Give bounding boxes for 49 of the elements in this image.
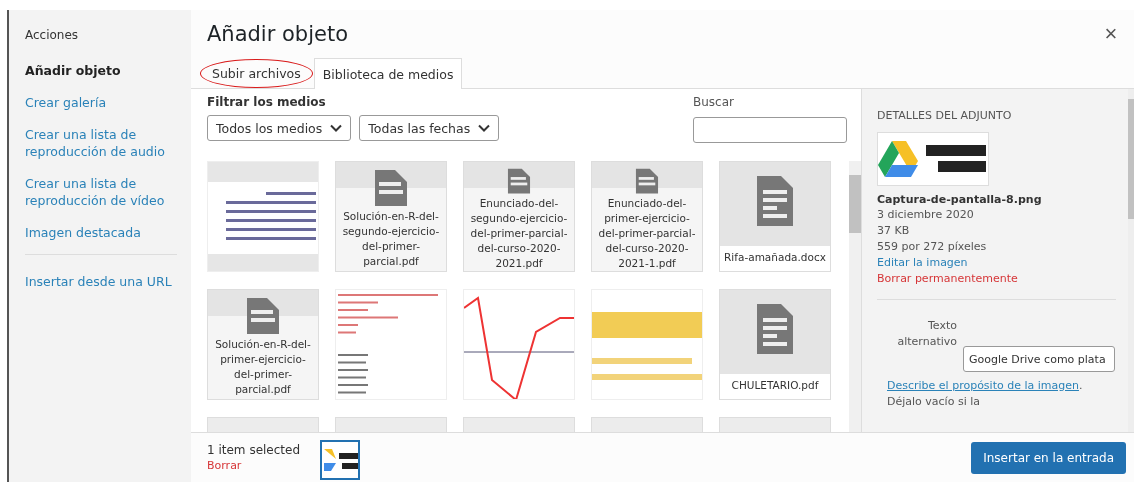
insert-button[interactable]: Insertar en la entrada — [971, 441, 1126, 474]
sidebar-item[interactable]: Imagen destacada — [25, 224, 191, 241]
chevron-down-icon — [330, 124, 343, 132]
file-name: Rifa-amañada.docx — [720, 246, 830, 271]
file-name: CHULETARIO.pdf — [720, 374, 830, 399]
alt-text-label: Texto alternativo — [896, 318, 957, 350]
filter-heading: Filtrar los medios — [207, 95, 327, 109]
file-name: Solución-en-R-del-primer-ejercicio-del-primer-parcial.pdf — [214, 337, 312, 397]
document-icon — [755, 302, 795, 356]
alt-text-help: Describe el propósito de la imagen. Déjalo vacío si la — [887, 378, 1084, 410]
sidebar-heading: Acciones — [25, 28, 80, 42]
sidebar-item[interactable]: Crear una lista de reproducción de audio — [25, 126, 191, 160]
delete-link[interactable]: Borrar permanentemente — [877, 271, 1116, 287]
file-name: Enunciado-del-segundo-ejercicio-del-primer-parcial-del-curso-2020-2021.pdf — [469, 196, 569, 271]
upload-date: 3 diciembre 2020 — [877, 207, 975, 223]
scrollbar[interactable] — [849, 161, 861, 432]
file-tile[interactable]: Rifa-amañada.docx — [719, 161, 831, 272]
close-button[interactable]: × — [1094, 17, 1128, 51]
file-tile[interactable]: Solución-en-R-del-segundo-ejercicio-del-primer-parcial.pdf — [335, 161, 447, 272]
selected-thumbnail[interactable] — [320, 440, 361, 480]
selection-count: 1 item selected — [207, 443, 301, 457]
edit-image-link[interactable]: Editar la imagen — [877, 255, 1116, 271]
search-field[interactable] — [693, 117, 847, 143]
filter-dropdown[interactable]: Todos los medios — [207, 115, 352, 141]
sidebar-item[interactable]: Añadir objeto — [25, 62, 191, 79]
document-icon — [755, 174, 795, 228]
chevron-down-icon — [478, 124, 491, 132]
file-name: Solución-en-R-del-segundo-ejercicio-del-primer-parcial.pdf — [341, 209, 441, 269]
file-name: Captura-de-pantalla-8.png — [877, 192, 1043, 207]
image-dimensions: 559 por 272 píxeles — [877, 239, 988, 255]
file-size: 37 KB — [877, 223, 911, 239]
file-tile[interactable]: Enunciado-del-primer-ejercicio-del-primer-parcial-del-curso-2020-2021-1.pdf — [591, 161, 703, 272]
search-label: Buscar — [693, 95, 735, 109]
sidebar-item[interactable]: Insertar desde una URL — [25, 273, 191, 290]
file-name: Enunciado-del-primer-ejercicio-del-primer-parcial-del-curso-2020-2021-1.pdf — [597, 196, 697, 271]
tab[interactable]: Subir archivos — [199, 58, 314, 88]
sidebar-item[interactable]: Crear galería — [25, 94, 191, 111]
scrollbar[interactable] — [1128, 89, 1134, 432]
filter-dropdown[interactable]: Todas las fechas — [359, 115, 500, 141]
help-link[interactable]: Describe el propósito de la imagen — [887, 379, 1079, 392]
details-heading: DETALLES DEL ADJUNTO — [877, 109, 1013, 122]
file-tile[interactable]: Solución-en-R-del-primer-ejercicio-del-primer-parcial.pdf — [207, 289, 319, 400]
file-tile[interactable]: Enunciado-del-segundo-ejercicio-del-primer-parcial-del-curso-2020-2021.pdf — [463, 161, 575, 272]
tab[interactable]: Biblioteca de medios — [313, 58, 463, 89]
clear-link[interactable]: Borrar — [207, 459, 301, 472]
alt-text-field[interactable]: Google Drive como plata — [963, 346, 1115, 372]
file-tile[interactable]: CHULETARIO.pdf — [719, 289, 831, 400]
sidebar-item[interactable]: Crear una lista de reproducción de vídeo — [25, 175, 191, 209]
modal-title: Añadir objeto — [207, 22, 350, 46]
